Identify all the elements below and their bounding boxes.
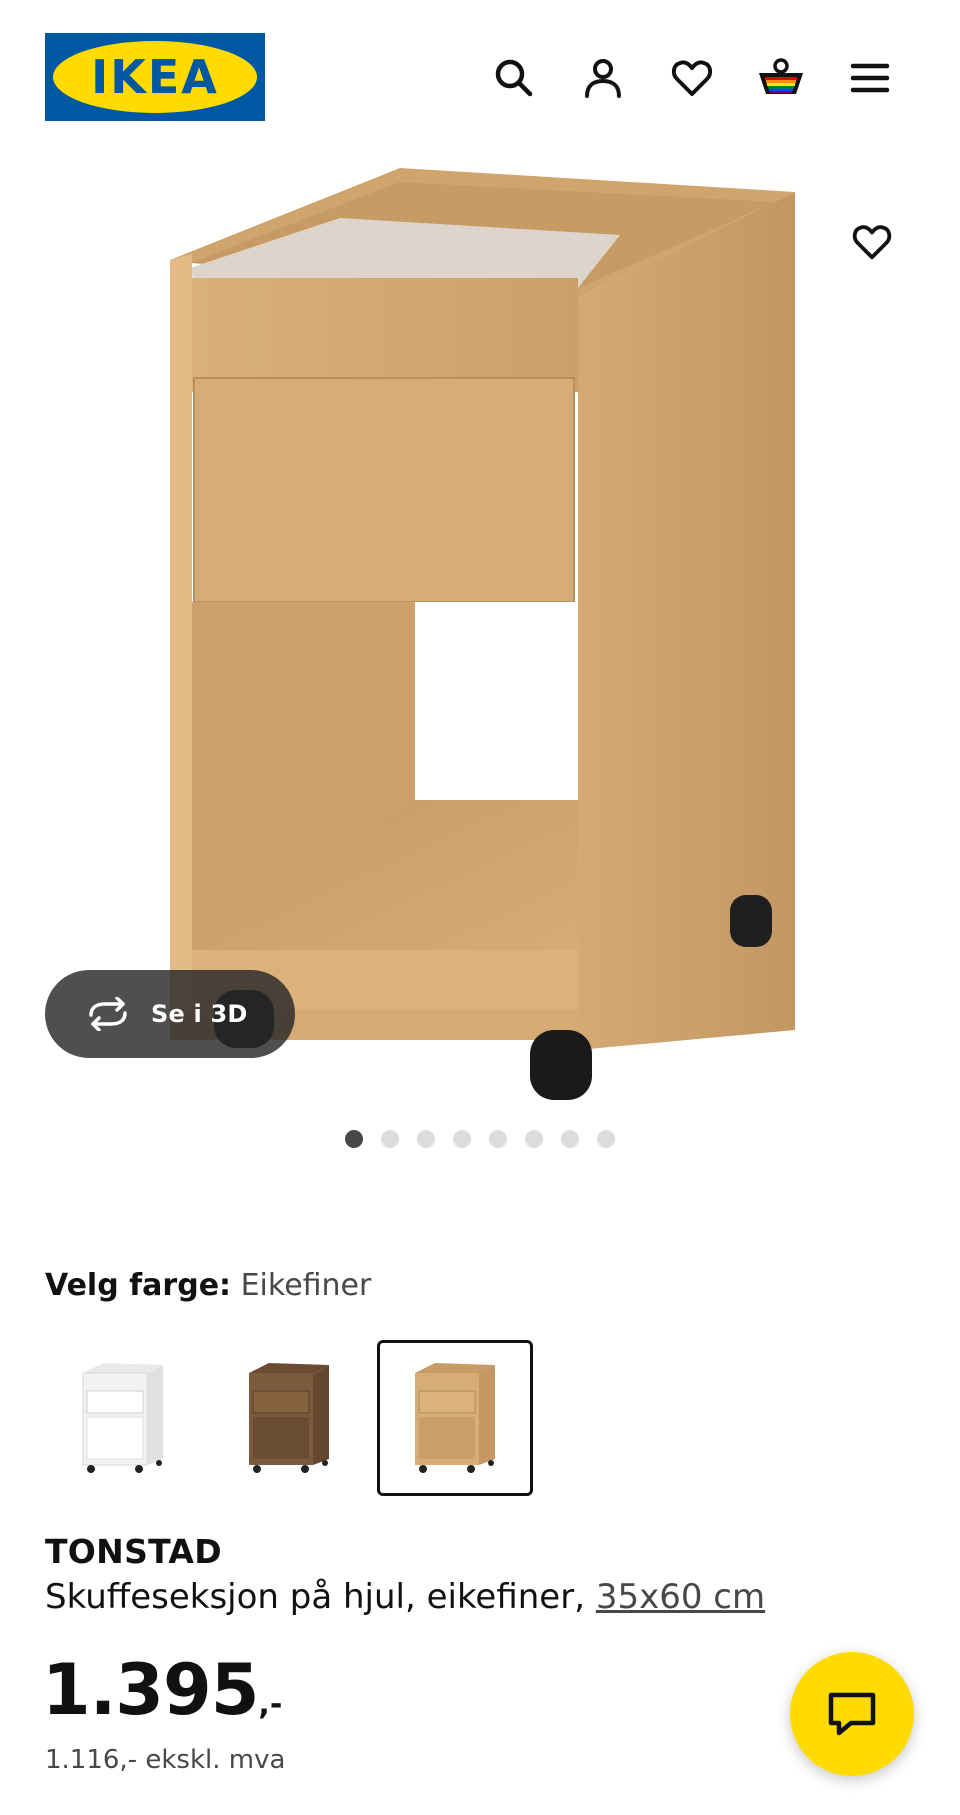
product-gallery[interactable]: Se i 3D bbox=[0, 150, 960, 1110]
rotate-3d-icon bbox=[89, 997, 127, 1031]
swatch-white[interactable] bbox=[45, 1340, 201, 1496]
swatch-walnut[interactable] bbox=[211, 1340, 367, 1496]
product-description-text: Skuffeseksjon på hjul, eikefiner, bbox=[45, 1577, 586, 1617]
add-to-favourites-button[interactable] bbox=[832, 202, 912, 282]
pagination-dot[interactable] bbox=[489, 1130, 507, 1148]
heart-icon[interactable] bbox=[662, 48, 722, 108]
oak-variant-thumbnail bbox=[415, 1363, 495, 1473]
heart-icon bbox=[852, 225, 892, 260]
pagination-dot[interactable] bbox=[561, 1130, 579, 1148]
pagination-dot[interactable] bbox=[381, 1130, 399, 1148]
header: IKEA bbox=[0, 0, 960, 150]
white-variant-thumbnail bbox=[82, 1363, 163, 1473]
view-in-3d-button[interactable]: Se i 3D bbox=[45, 970, 295, 1058]
basket-icon[interactable] bbox=[751, 48, 811, 108]
product-description: Skuffeseksjon på hjul, eikefiner, 35x60 … bbox=[45, 1576, 765, 1618]
product-name: TONSTAD bbox=[45, 1532, 222, 1571]
product-image bbox=[170, 168, 795, 1100]
svg-text:IKEA: IKEA bbox=[91, 50, 219, 104]
chat-icon bbox=[828, 1692, 876, 1736]
account-icon[interactable] bbox=[573, 48, 633, 108]
menu-icon[interactable] bbox=[840, 48, 900, 108]
product-size-link[interactable]: 35x60 cm bbox=[596, 1577, 765, 1617]
image-pagination bbox=[0, 1130, 960, 1150]
swatch-oak[interactable] bbox=[377, 1340, 533, 1496]
pagination-dot[interactable] bbox=[345, 1130, 363, 1148]
walnut-variant-thumbnail bbox=[249, 1363, 329, 1473]
pagination-dot[interactable] bbox=[417, 1130, 435, 1148]
price-ex-vat: 1.116,- ekskl. mva bbox=[45, 1745, 286, 1775]
chat-button[interactable] bbox=[790, 1652, 914, 1776]
price-suffix: ,- bbox=[258, 1687, 283, 1722]
pagination-dot[interactable] bbox=[525, 1130, 543, 1148]
view-in-3d-label: Se i 3D bbox=[151, 1000, 248, 1028]
price-integer: 1.395 bbox=[42, 1649, 259, 1731]
ikea-logo[interactable]: IKEA bbox=[45, 33, 265, 121]
color-label-key: Velg farge: bbox=[45, 1268, 232, 1303]
color-label-value: Eikefiner bbox=[240, 1268, 372, 1303]
search-icon[interactable] bbox=[484, 48, 544, 108]
pagination-dot[interactable] bbox=[597, 1130, 615, 1148]
pagination-dot[interactable] bbox=[453, 1130, 471, 1148]
color-picker-label: Velg farge: Eikefiner bbox=[45, 1268, 371, 1304]
product-price: 1.395,- bbox=[42, 1648, 282, 1732]
